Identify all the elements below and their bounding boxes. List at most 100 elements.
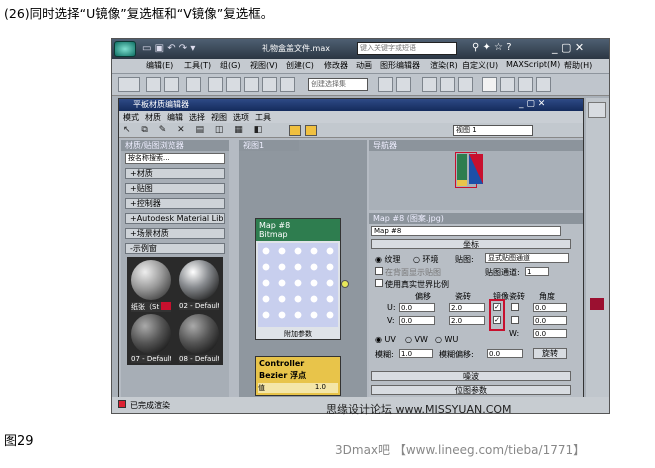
command-panel-tab[interactable] — [588, 102, 606, 118]
app-menu-icon[interactable] — [114, 41, 136, 57]
category-sample-slots[interactable]: -示例窗 — [125, 243, 225, 254]
menu-item[interactable]: 创建(C) — [286, 60, 314, 71]
snap-icon[interactable] — [262, 77, 277, 92]
controller-node[interactable]: Controller Bezier 浮点 值 1.0 — [255, 356, 341, 396]
v-angle-spinner[interactable]: 0.0 — [533, 316, 567, 325]
render-icon[interactable] — [536, 77, 551, 92]
output-socket[interactable] — [341, 280, 349, 288]
editor-menu-item[interactable]: 选择 — [189, 112, 205, 123]
controller-node-type: Bezier 浮点 — [259, 371, 307, 380]
schematic-icon[interactable] — [458, 77, 473, 92]
u-angle-spinner[interactable]: 0.0 — [533, 303, 567, 312]
bitmap-node-title: Map #8 — [259, 221, 291, 230]
menu-item[interactable]: 图形编辑器 — [380, 60, 420, 71]
wu-radio[interactable]: ○ WU — [435, 335, 458, 344]
menu-item[interactable]: 帮助(H) — [564, 60, 592, 71]
quick-access-toolbar[interactable]: ▭ ▣ ↶ ↷ ▾ — [142, 43, 195, 54]
menu-item[interactable]: 编辑(E) — [146, 60, 173, 71]
controller-param-value: 1.0 — [314, 383, 326, 391]
sample-thumb[interactable] — [179, 314, 219, 354]
noise-rollout[interactable]: 噪波 — [371, 371, 571, 381]
search-input[interactable]: 键入关键字或短语 — [357, 42, 457, 55]
editor-menu-item[interactable]: 视图 — [211, 112, 227, 123]
menu-item[interactable]: 自定义(U) — [462, 60, 498, 71]
u-tiling-spinner[interactable]: 2.0 — [449, 303, 485, 312]
category-maps[interactable]: +贴图 — [125, 183, 225, 194]
layer-icon[interactable] — [422, 77, 437, 92]
vw-radio[interactable]: ○ VW — [405, 335, 428, 344]
show-map-icon[interactable] — [289, 125, 301, 136]
w-label: W: — [509, 329, 520, 338]
move-icon[interactable] — [208, 77, 223, 92]
main-toolbar: 创建选择集 — [112, 74, 609, 96]
real-world-checkbox[interactable] — [375, 279, 383, 287]
rotate-icon[interactable] — [226, 77, 241, 92]
mirror-icon[interactable] — [378, 77, 393, 92]
bitmap-node[interactable]: Map #8 Bitmap 附加参数 — [255, 218, 341, 340]
link-icon[interactable] — [146, 77, 161, 92]
menu-item[interactable]: 视图(V) — [250, 60, 278, 71]
controller-node-title: Controller — [259, 359, 305, 368]
parameter-editor: Map #8 (图案.jpg) Map #8 坐标 ◉ 纹理 ○ 环境 贴图: … — [369, 213, 583, 402]
editor-tool-icons[interactable]: ↖ ⧉ ✎ ✕ ▤ ◫ ▦ ◧ — [123, 125, 266, 135]
sample-thumb[interactable] — [131, 260, 171, 300]
editor-menu-item[interactable]: 选项 — [233, 112, 249, 123]
sample-thumb[interactable] — [131, 314, 171, 354]
select-icon[interactable] — [186, 77, 201, 92]
editor-menu-item[interactable]: 工具 — [255, 112, 271, 123]
w-angle-spinner[interactable]: 0.0 — [533, 329, 567, 338]
rotate-button[interactable]: 旋转 — [533, 348, 567, 359]
render-setup-icon[interactable] — [500, 77, 515, 92]
unlink-icon[interactable] — [164, 77, 179, 92]
editor-window-controls[interactable]: _ ▢ ✕ — [519, 99, 545, 109]
menu-item[interactable]: 组(G) — [220, 60, 240, 71]
category-controllers[interactable]: +控制器 — [125, 198, 225, 209]
u-tile-checkbox[interactable] — [511, 303, 519, 311]
category-autodesk-library[interactable]: +Autodesk Material Library — [125, 213, 225, 224]
menu-item[interactable]: MAXScript(M) — [506, 60, 560, 69]
blur-offset-spinner[interactable]: 0.0 — [487, 349, 523, 358]
material-editor-icon[interactable] — [482, 77, 497, 92]
bitmap-params-rollout[interactable]: 位图参数 — [371, 385, 571, 395]
editor-menu-item[interactable]: 编辑 — [167, 112, 183, 123]
uv-radio[interactable]: ◉ UV — [375, 335, 396, 344]
color-swatch[interactable] — [590, 298, 604, 310]
v-tiling-spinner[interactable]: 2.0 — [449, 316, 485, 325]
sample-slots-grid: 纸张（St 02 - Default 07 - Default 08 - Def… — [127, 257, 223, 365]
menu-item[interactable]: 渲染(R) — [430, 60, 458, 71]
selection-set-select[interactable]: 创建选择集 — [308, 78, 368, 91]
category-materials[interactable]: +材质 — [125, 168, 225, 179]
editor-menu-item[interactable]: 模式 — [123, 112, 139, 123]
curve-editor-icon[interactable] — [440, 77, 455, 92]
info-icons[interactable]: ⚲ ✦ ☆ ? — [472, 42, 512, 53]
browser-search-input[interactable]: 按名称搜索... — [125, 153, 225, 164]
environ-radio[interactable]: ○ 环境 — [413, 254, 439, 265]
v-tile-checkbox[interactable] — [511, 316, 519, 324]
sample-thumb[interactable] — [179, 260, 219, 300]
align-icon[interactable] — [396, 77, 411, 92]
view-tab[interactable]: 视图1 — [239, 140, 299, 151]
render-frame-icon[interactable] — [518, 77, 533, 92]
window-controls[interactable]: _ ▢ ✕ — [552, 41, 584, 54]
show-bg-icon[interactable] — [305, 125, 317, 136]
v-offset-spinner[interactable]: 0.0 — [399, 316, 435, 325]
map-name-field[interactable]: Map #8 — [371, 226, 561, 236]
scale-icon[interactable] — [244, 77, 259, 92]
view-select[interactable]: 视图 1 — [453, 125, 533, 136]
editor-menu-item[interactable]: 材质 — [145, 112, 161, 123]
figure-label: 图29 — [4, 434, 34, 449]
blur-spinner[interactable]: 1.0 — [399, 349, 433, 358]
coordinates-rollout[interactable]: 坐标 — [371, 239, 571, 249]
mapping-select[interactable]: 显式贴图通道 — [485, 253, 569, 263]
menu-item[interactable]: 修改器 — [324, 60, 348, 71]
u-offset-spinner[interactable]: 0.0 — [399, 303, 435, 312]
menu-item[interactable]: 工具(T) — [184, 60, 211, 71]
map-channel-spinner[interactable]: 1 — [525, 267, 549, 276]
undo-dropdown[interactable] — [118, 77, 140, 92]
texture-radio[interactable]: ◉ 纹理 — [375, 254, 401, 265]
percent-snap-icon[interactable] — [280, 77, 295, 92]
bitmap-node-footer[interactable]: 附加参数 — [256, 329, 340, 339]
menu-item[interactable]: 动画 — [356, 60, 372, 71]
show-map-back-checkbox[interactable] — [375, 267, 383, 275]
category-scene-materials[interactable]: +场景材质 — [125, 228, 225, 239]
